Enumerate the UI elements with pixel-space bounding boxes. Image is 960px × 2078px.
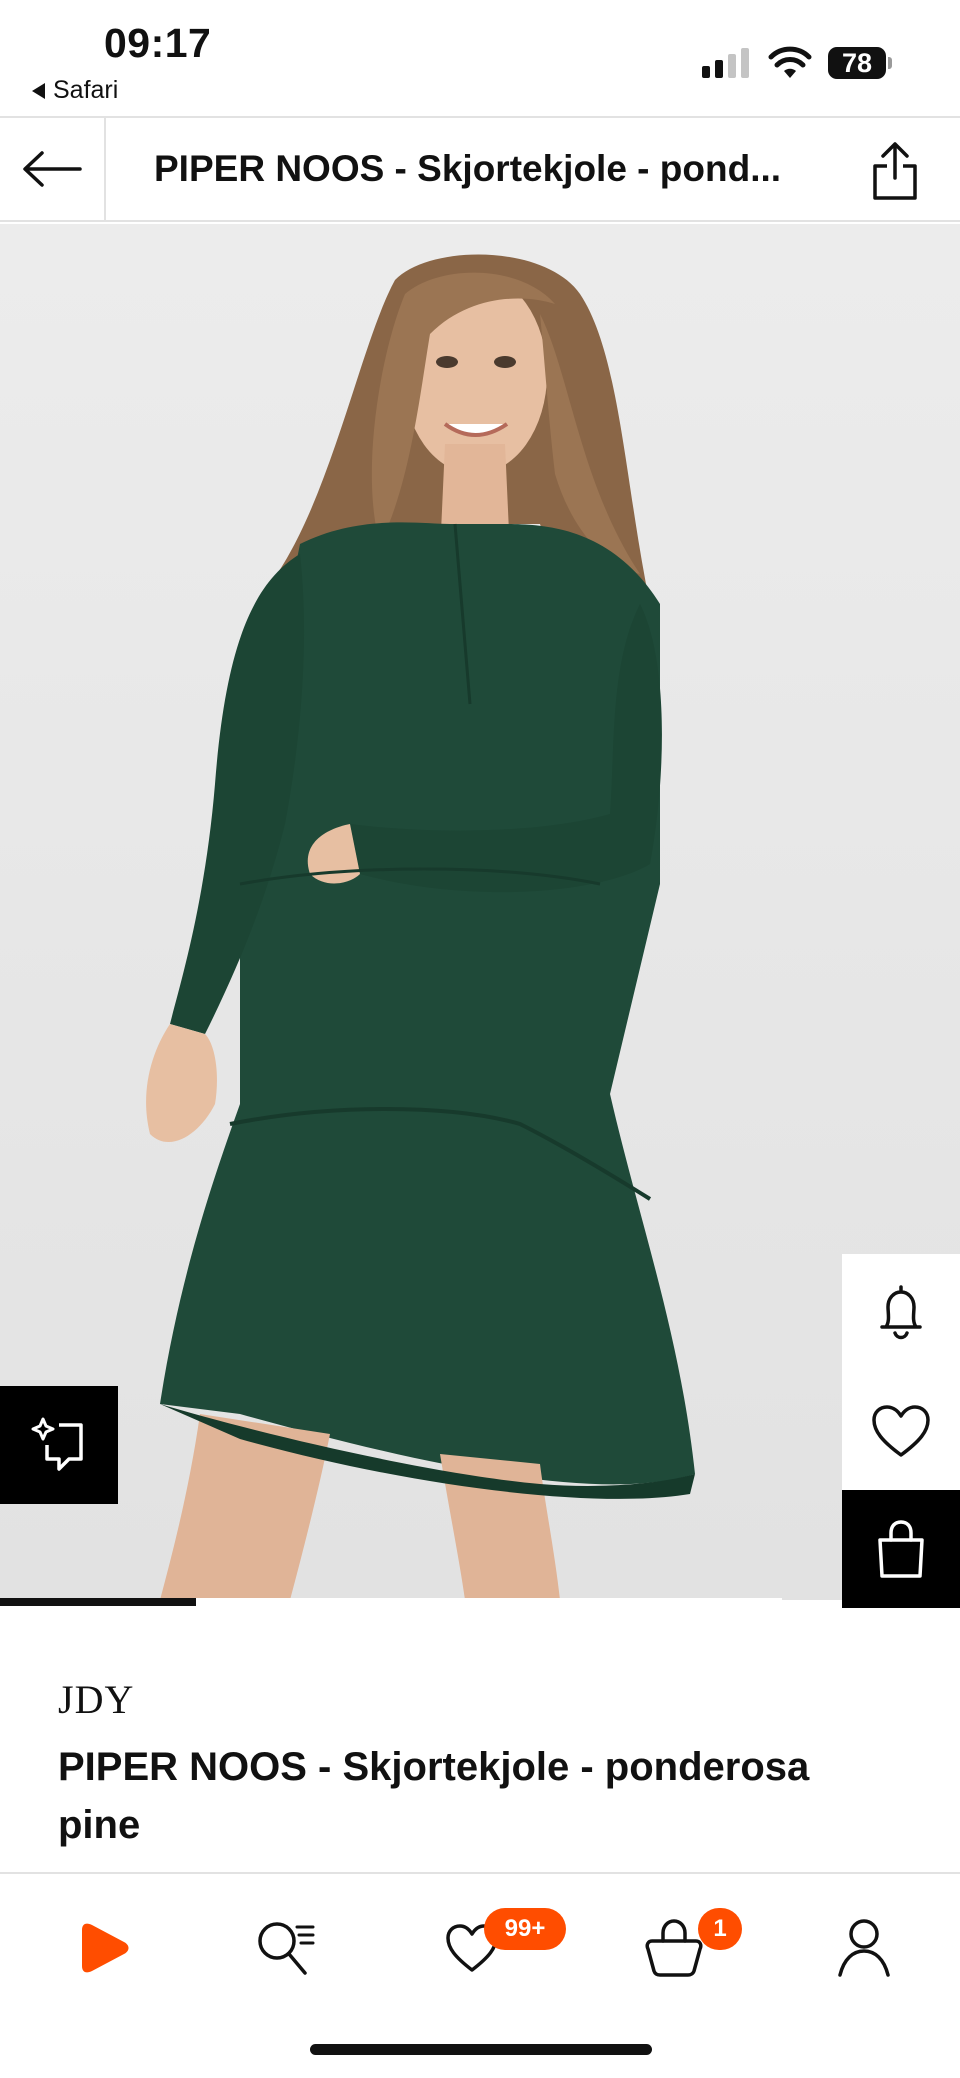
sparkle-frame-icon: [31, 1417, 83, 1471]
play-logo-icon: [82, 1923, 129, 1973]
share-button[interactable]: [862, 136, 928, 206]
similar-items-button[interactable]: [0, 1386, 118, 1504]
wifi-icon: [768, 46, 812, 78]
product-title: PIPER NOOS - Skjortekjole - ponderosa pi…: [58, 1745, 810, 1847]
battery-icon: 78: [828, 47, 892, 79]
tab-home[interactable]: [62, 1908, 142, 1988]
battery-level: 78: [828, 47, 886, 79]
person-icon: [838, 1919, 890, 1977]
side-actions: [842, 1254, 960, 1608]
status-time: 09:17: [104, 20, 212, 66]
share-icon: [873, 142, 917, 200]
search-icon: [258, 1922, 315, 1975]
model-photo: [146, 254, 695, 1600]
back-app-label: Safari: [53, 76, 119, 104]
gallery-progress-indicator: [0, 1598, 196, 1606]
back-triangle-icon: [32, 82, 45, 99]
brand-name[interactable]: JDY: [58, 1676, 134, 1723]
top-nav-bar: PIPER NOOS - Skjortekjole - pond...: [0, 116, 960, 222]
shopping-bag-icon: [645, 1919, 703, 1977]
bag-count-badge: 1: [698, 1908, 742, 1950]
tab-search[interactable]: [246, 1908, 326, 1988]
bell-icon: [880, 1285, 922, 1340]
page-title: PIPER NOOS - Skjortekjole - pond...: [154, 148, 782, 189]
back-to-app-link[interactable]: Safari: [32, 76, 118, 105]
arrow-left-icon: [23, 151, 82, 187]
status-bar: 09:17 Safari 78: [0, 0, 960, 116]
product-image[interactable]: [0, 224, 960, 1600]
notify-button[interactable]: [842, 1254, 960, 1372]
back-button[interactable]: [0, 118, 106, 220]
shopping-bag-icon: [878, 1520, 924, 1578]
heart-icon: [872, 1405, 930, 1457]
add-to-bag-button[interactable]: [842, 1490, 960, 1608]
tab-account[interactable]: [824, 1908, 904, 1988]
wishlist-count-badge: 99+: [484, 1908, 566, 1950]
home-indicator: [310, 2044, 652, 2055]
wishlist-button[interactable]: [842, 1372, 960, 1490]
cellular-signal-icon: [702, 48, 749, 78]
